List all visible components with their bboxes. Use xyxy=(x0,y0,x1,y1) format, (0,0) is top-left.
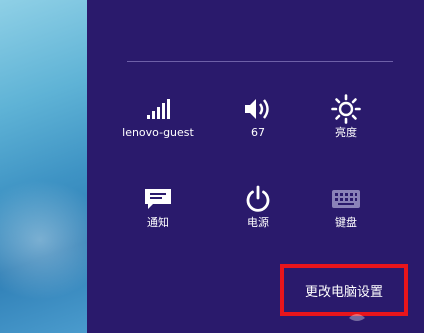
volume-tile[interactable]: 67 xyxy=(213,92,303,152)
keyboard-label: 键盘 xyxy=(335,216,357,229)
brightness-icon xyxy=(301,92,391,126)
notifications-icon xyxy=(113,182,203,216)
power-tile[interactable]: 电源 xyxy=(213,182,303,242)
keyboard-icon xyxy=(301,182,391,216)
screen: lenovo-guest 67 亮度 通知 电源 键盘 更改电脑设置 xyxy=(0,0,424,333)
network-tile[interactable]: lenovo-guest xyxy=(113,92,203,152)
change-pc-settings-button[interactable]: 更改电脑设置 xyxy=(280,264,408,316)
brightness-label: 亮度 xyxy=(335,126,357,139)
notifications-label: 通知 xyxy=(147,216,169,229)
power-label: 电源 xyxy=(247,216,269,229)
volume-label: 67 xyxy=(251,126,265,139)
network-label: lenovo-guest xyxy=(122,126,194,139)
change-pc-settings-label: 更改电脑设置 xyxy=(304,284,383,300)
power-icon xyxy=(213,182,303,216)
desktop-background[interactable] xyxy=(0,0,110,333)
watermark-icon xyxy=(349,314,365,321)
brightness-tile[interactable]: 亮度 xyxy=(301,92,391,152)
notifications-tile[interactable]: 通知 xyxy=(113,182,203,242)
volume-icon xyxy=(213,92,303,126)
wifi-signal-icon xyxy=(113,92,203,126)
keyboard-tile[interactable]: 键盘 xyxy=(301,182,391,242)
settings-charm-panel: lenovo-guest 67 亮度 通知 电源 键盘 更改电脑设置 xyxy=(87,0,424,333)
panel-divider xyxy=(127,61,393,62)
